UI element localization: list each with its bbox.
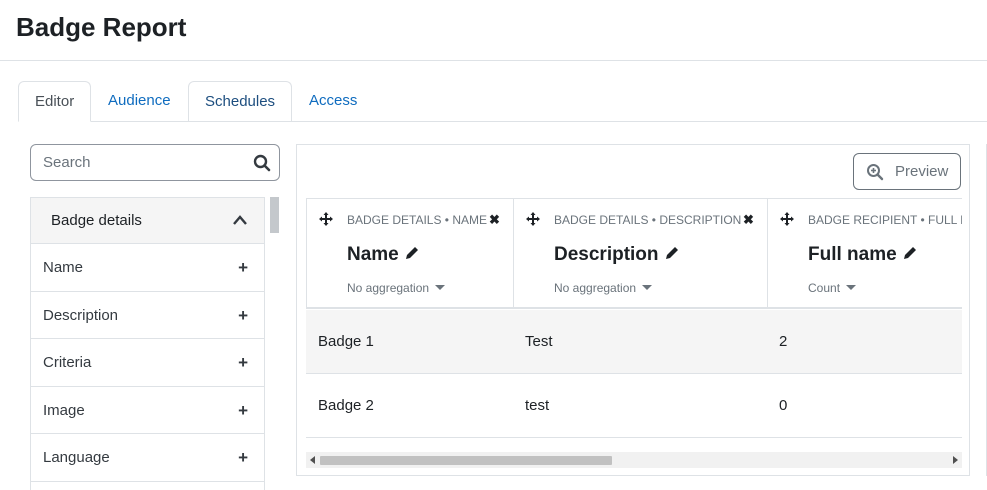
tab-access[interactable]: Access <box>293 81 373 122</box>
search-icon[interactable] <box>253 154 271 172</box>
scroll-right-icon[interactable] <box>953 456 958 464</box>
table-cell: Test <box>525 333 553 350</box>
tab-bar: Editor Audience Schedules Access <box>18 81 987 122</box>
page-title: Badge Report <box>16 12 187 42</box>
close-icon[interactable]: ✖ <box>489 212 500 228</box>
sidebar-item-name[interactable]: Name + <box>31 244 264 292</box>
plus-icon[interactable]: + <box>238 354 248 371</box>
header-divider <box>0 60 987 61</box>
search-input[interactable] <box>31 145 241 180</box>
plus-icon[interactable]: + <box>238 402 248 419</box>
sidebar-section-badge-details[interactable]: Badge details <box>31 198 264 244</box>
column-header-name: BADGE DETAILS • NAME ✖ Name No aggregati… <box>306 199 513 309</box>
sidebar-item-description[interactable]: Description + <box>31 292 264 339</box>
table-row: Badge 2 test 0 <box>306 374 962 438</box>
plus-icon[interactable]: + <box>238 259 248 276</box>
column-title: Description <box>554 244 679 266</box>
report-table: BADGE DETAILS • NAME ✖ Name No aggregati… <box>306 170 962 456</box>
table-cell: 0 <box>779 397 788 414</box>
table-cell: test <box>525 397 550 414</box>
aggregation-select[interactable]: No aggregation <box>554 281 653 295</box>
caret-down-icon <box>642 284 653 290</box>
move-icon[interactable] <box>319 212 333 226</box>
sidebar-item-label: Description <box>43 306 119 324</box>
table-cell: Badge 1 <box>318 333 374 350</box>
pencil-icon[interactable] <box>405 246 419 260</box>
close-icon[interactable]: ✖ <box>743 212 754 228</box>
sidebar-item-label: Name <box>43 259 84 276</box>
aggregation-select[interactable]: Count <box>808 281 857 295</box>
tab-schedules[interactable]: Schedules <box>188 81 293 122</box>
column-header-full-name: BADGE RECIPIENT • FULL N Full name Count <box>767 199 962 309</box>
column-title: Name <box>347 244 419 266</box>
sidebar-item-language[interactable]: Language + <box>31 434 264 482</box>
chevron-up-icon[interactable] <box>232 214 248 226</box>
column-source: BADGE DETAILS • NAME <box>347 213 488 227</box>
column-source: BADGE RECIPIENT • FULL N <box>808 213 962 227</box>
move-icon[interactable] <box>780 212 794 226</box>
horizontal-scrollbar[interactable] <box>306 452 962 468</box>
sidebar-item-criteria[interactable]: Criteria + <box>31 339 264 387</box>
scrollbar-thumb[interactable] <box>320 456 612 465</box>
caret-down-icon <box>435 284 446 290</box>
report-editor-panel: Preview BADGE DETAILS • NAME ✖ Name No a… <box>296 144 970 476</box>
sidebar-item-label: Language <box>43 449 110 466</box>
caret-down-icon <box>846 284 857 290</box>
move-icon[interactable] <box>526 212 540 226</box>
table-header-row: BADGE DETAILS • NAME ✖ Name No aggregati… <box>306 198 962 309</box>
plus-icon[interactable]: + <box>238 307 248 324</box>
table-cell: 2 <box>779 333 788 350</box>
sidebar-item-image[interactable]: Image + <box>31 387 264 434</box>
field-sidebar: Badge details Name + Description + Crite… <box>30 197 265 490</box>
plus-icon[interactable]: + <box>238 449 248 466</box>
pencil-icon[interactable] <box>903 246 917 260</box>
pencil-icon[interactable] <box>665 246 679 260</box>
tab-editor[interactable]: Editor <box>18 81 92 122</box>
sidebar-item-label: Criteria <box>43 354 92 371</box>
tab-audience[interactable]: Audience <box>92 81 187 122</box>
table-cell: Badge 2 <box>318 397 374 414</box>
sidebar-scrollbar[interactable] <box>270 197 279 233</box>
column-source: BADGE DETAILS • DESCRIPTION <box>554 213 742 227</box>
scroll-left-icon[interactable] <box>310 456 315 464</box>
table-row: Badge 1 Test 2 <box>306 310 962 374</box>
column-title: Full name <box>808 244 917 266</box>
column-header-description: BADGE DETAILS • DESCRIPTION ✖ Descriptio… <box>513 199 767 309</box>
aggregation-select[interactable]: No aggregation <box>347 281 446 295</box>
sidebar-section-label: Badge details <box>51 212 142 229</box>
sidebar-item-label: Image <box>43 401 85 419</box>
search-box <box>30 144 280 181</box>
